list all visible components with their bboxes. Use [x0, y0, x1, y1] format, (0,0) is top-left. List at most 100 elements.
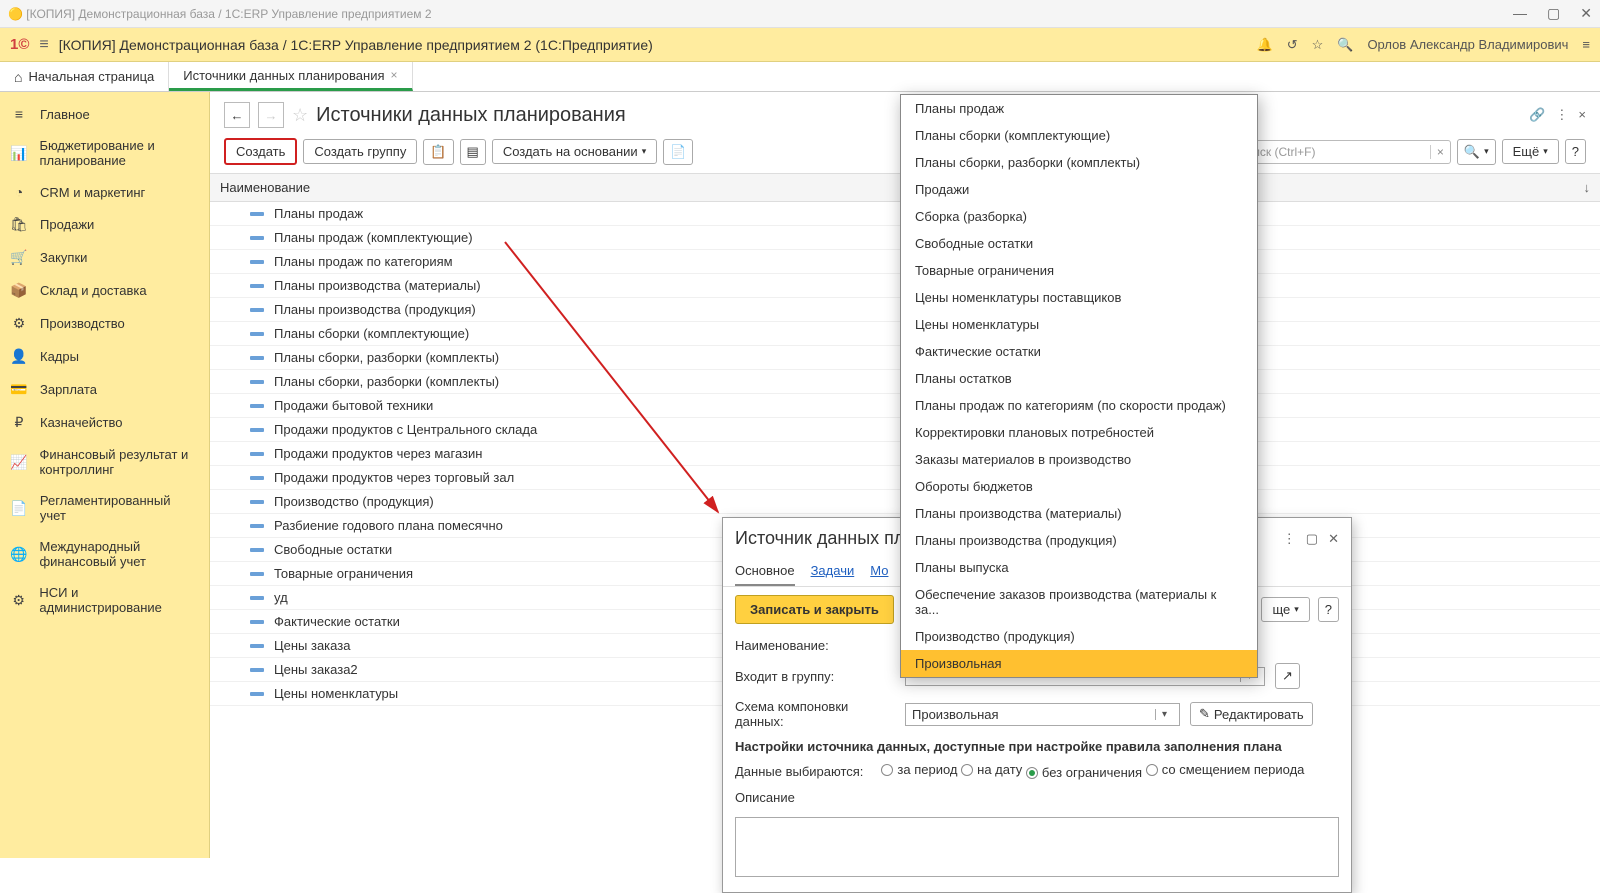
radio-option[interactable]: за период	[881, 762, 957, 777]
kebab-icon[interactable]: ⋮	[1555, 107, 1568, 123]
settings-icon[interactable]: ≡	[1582, 37, 1590, 52]
maximize-icon[interactable]: ▢	[1547, 5, 1560, 22]
row-icon	[250, 692, 264, 696]
radio-option[interactable]: на дату	[961, 762, 1022, 777]
radio-option[interactable]: со смещением периода	[1146, 762, 1305, 777]
dlg-tab-more[interactable]: Мо	[870, 557, 888, 586]
minimize-icon[interactable]: —	[1513, 5, 1527, 22]
dropdown-item[interactable]: Планы сборки, разборки (комплекты)	[901, 149, 1257, 176]
row-icon	[250, 500, 264, 504]
dropdown-item[interactable]: Планы производства (материалы)	[901, 500, 1257, 527]
dropdown-item[interactable]: Корректировки плановых потребностей	[901, 419, 1257, 446]
sidebar-icon: 💳	[10, 381, 28, 398]
dlg-kebab-icon[interactable]: ⋮	[1283, 531, 1296, 547]
dropdown-item[interactable]: Обороты бюджетов	[901, 473, 1257, 500]
scheme-label: Схема компоновки данных:	[735, 699, 895, 729]
create-group-button[interactable]: Создать группу	[303, 139, 417, 164]
dropdown-item[interactable]: Свободные остатки	[901, 230, 1257, 257]
list-button[interactable]: ▤	[460, 139, 486, 165]
sidebar-icon: 📊	[10, 145, 27, 162]
row-icon	[250, 596, 264, 600]
row-icon	[250, 284, 264, 288]
user-name[interactable]: Орлов Александр Владимирович	[1367, 37, 1568, 52]
search-clear-icon[interactable]: ×	[1430, 145, 1444, 159]
tab-active[interactable]: Источники данных планирования ×	[169, 62, 412, 91]
search-input[interactable]: Поиск (Ctrl+F) ×	[1231, 140, 1451, 164]
sort-icon[interactable]: ↓	[1584, 180, 1591, 195]
fav-star-icon[interactable]: ☆	[292, 105, 308, 126]
tab-home[interactable]: ⌂ Начальная страница	[0, 62, 169, 91]
tab-close-icon[interactable]: ×	[391, 68, 398, 82]
burger-icon[interactable]: ≡	[39, 36, 48, 54]
sidebar-item[interactable]: 💳Зарплата	[0, 373, 209, 406]
sidebar-item[interactable]: 🛍Продажи	[0, 208, 209, 241]
sidebar-item[interactable]: ₽Казначейство	[0, 406, 209, 439]
row-icon	[250, 572, 264, 576]
radio-option[interactable]: без ограничения	[1026, 765, 1142, 780]
dropdown-item[interactable]: Планы производства (продукция)	[901, 527, 1257, 554]
dropdown-item[interactable]: Планы остатков	[901, 365, 1257, 392]
description-textarea[interactable]	[735, 817, 1339, 877]
find-button[interactable]: 🔍 ▾	[1457, 139, 1496, 165]
group-open-button[interactable]: ↗	[1275, 663, 1300, 689]
sidebar-item[interactable]: 📈Финансовый результат и контроллинг	[0, 439, 209, 485]
based-on-button[interactable]: Создать на основании ▾	[492, 139, 657, 164]
history-icon[interactable]: ↺	[1287, 37, 1298, 53]
scheme-input[interactable]: Произвольная ▾	[905, 703, 1180, 726]
desc-label: Описание	[735, 790, 1339, 805]
sidebar-icon: 🌐	[10, 546, 27, 563]
dlg-help-button[interactable]: ?	[1318, 597, 1339, 622]
save-close-button[interactable]: Записать и закрыть	[735, 595, 894, 624]
sidebar-item[interactable]: ⚙Производство	[0, 307, 209, 340]
sidebar-item[interactable]: 👤Кадры	[0, 340, 209, 373]
report-button[interactable]: 📄	[663, 139, 693, 165]
nav-forward-button[interactable]: →	[258, 102, 284, 128]
page-title: Источники данных планирования	[316, 104, 626, 127]
copy-button[interactable]: 📋	[423, 139, 453, 165]
dropdown-item[interactable]: Производство (продукция)	[901, 623, 1257, 650]
row-icon	[250, 332, 264, 336]
sidebar-item[interactable]: 🌐Международный финансовый учет	[0, 531, 209, 577]
nav-back-button[interactable]: ←	[224, 102, 250, 128]
dlg-maximize-icon[interactable]: ▢	[1306, 531, 1318, 547]
dropdown-item[interactable]: Фактические остатки	[901, 338, 1257, 365]
dropdown-item[interactable]: Обеспечение заказов производства (матери…	[901, 581, 1257, 623]
dropdown-item[interactable]: Цены номенклатуры поставщиков	[901, 284, 1257, 311]
sidebar-item[interactable]: ≡Главное	[0, 98, 209, 130]
dropdown-item[interactable]: Товарные ограничения	[901, 257, 1257, 284]
search-icon[interactable]: 🔍	[1337, 37, 1353, 53]
sidebar-item[interactable]: 📊Бюджетирование и планирование	[0, 130, 209, 176]
sidebar-item[interactable]: 🛒Закупки	[0, 241, 209, 274]
help-button[interactable]: ?	[1565, 139, 1586, 164]
row-icon	[250, 644, 264, 648]
dlg-more-button[interactable]: ще ▾	[1261, 597, 1309, 622]
dropdown-item[interactable]: Цены номенклатуры	[901, 311, 1257, 338]
star-icon[interactable]: ☆	[1312, 37, 1324, 53]
dropdown-item[interactable]: Заказы материалов в производство	[901, 446, 1257, 473]
row-icon	[250, 620, 264, 624]
dlg-tab-main[interactable]: Основное	[735, 557, 795, 586]
dlg-close-icon[interactable]: ✕	[1328, 531, 1339, 547]
close-icon[interactable]: ✕	[1580, 5, 1592, 22]
sidebar-item[interactable]: ◔CRM и маркетинг	[0, 176, 209, 208]
link-icon[interactable]: 🔗	[1529, 107, 1545, 123]
create-button[interactable]: Создать	[224, 138, 297, 165]
sidebar-item[interactable]: 📄Регламентированный учет	[0, 485, 209, 531]
dropdown-item[interactable]: Произвольная	[901, 650, 1257, 677]
edit-button[interactable]: ✎ Редактировать	[1190, 702, 1313, 726]
page-close-icon[interactable]: ×	[1578, 107, 1586, 123]
dropdown-item[interactable]: Планы сборки (комплектующие)	[901, 122, 1257, 149]
dropdown-item[interactable]: Сборка (разборка)	[901, 203, 1257, 230]
dropdown-item[interactable]: Планы продаж	[901, 95, 1257, 122]
scheme-dropdown-icon[interactable]: ▾	[1155, 709, 1173, 720]
dropdown-item[interactable]: Продажи	[901, 176, 1257, 203]
dropdown-item[interactable]: Планы выпуска	[901, 554, 1257, 581]
app-header: 1© ≡ [КОПИЯ] Демонстрационная база / 1С:…	[0, 28, 1600, 62]
sidebar-icon: 👤	[10, 348, 28, 365]
sidebar-item[interactable]: ⚙НСИ и администрирование	[0, 577, 209, 623]
dropdown-item[interactable]: Планы продаж по категориям (по скорости …	[901, 392, 1257, 419]
sidebar-item[interactable]: 📦Склад и доставка	[0, 274, 209, 307]
more-button[interactable]: Ещё ▾	[1502, 139, 1559, 164]
bell-icon[interactable]: 🔔	[1257, 37, 1273, 53]
dlg-tab-tasks[interactable]: Задачи	[811, 557, 855, 586]
